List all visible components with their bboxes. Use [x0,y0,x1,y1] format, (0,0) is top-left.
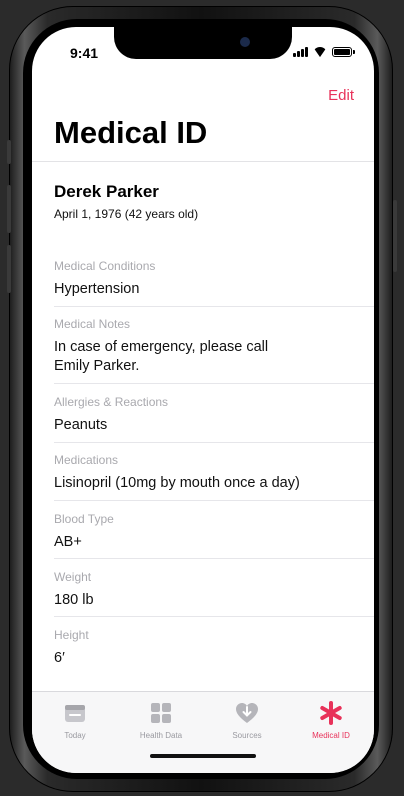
row-divider [54,500,374,501]
person-dob: April 1, 1976 (42 years old) [54,207,199,221]
page-title: Medical ID [54,115,208,150]
calendar-icon [32,700,118,726]
edit-button[interactable]: Edit [328,87,354,104]
field-value: Lisinopril (10mg by mouth once a day) [54,475,300,491]
tab-label: Medical ID [312,731,350,740]
battery-icon [332,47,355,57]
tab-sources[interactable]: Sources [204,700,290,740]
field-weight: Weight 180 lb [54,570,358,610]
field-allergies: Allergies & Reactions Peanuts [54,395,358,435]
field-label: Medical Notes [54,317,131,331]
field-medications: Medications Lisinopril (10mg by mouth on… [54,453,358,493]
row-divider [54,442,374,443]
field-label: Height [54,628,89,642]
signal-icon [293,47,308,57]
volume-down-button [7,245,11,293]
status-time: 9:41 [70,45,99,61]
field-value: Hypertension [54,281,140,297]
row-divider [54,558,374,559]
asterisk-icon [288,700,374,726]
row-divider [54,306,374,307]
status-icons [293,47,355,57]
field-label: Medications [54,453,119,467]
field-value: AB+ [54,534,82,550]
field-label: Allergies & Reactions [54,395,169,409]
heart-download-icon [204,700,290,726]
tab-label: Health Data [139,731,183,740]
row-divider [54,383,374,384]
tab-label: Today [64,731,86,740]
mute-switch [7,140,11,164]
field-medical-notes: Medical Notes In case of emergency, plea… [54,317,358,376]
field-medical-conditions: Medical Conditions Hypertension [54,259,358,299]
field-label: Medical Conditions [54,259,156,273]
field-blood-type: Blood Type AB+ [54,512,358,552]
volume-up-button [7,185,11,233]
tab-today[interactable]: Today [32,700,118,740]
field-value: Peanuts [54,417,108,433]
field-height: Height 6′ [54,628,358,668]
notch [114,27,292,59]
tab-bar: Today Health Data Sources Medical ID [32,691,374,773]
field-value: 180 lb [54,592,94,608]
row-divider [54,616,374,617]
field-value: 6′ [54,650,65,666]
tab-health-data[interactable]: Health Data [118,700,204,740]
wifi-icon [313,47,327,57]
field-label: Weight [54,570,92,584]
tab-medical-id[interactable]: Medical ID [288,700,374,740]
grid-icon [118,700,204,726]
power-button [393,200,397,272]
header-divider [32,161,374,162]
person-name: Derek Parker [54,182,159,201]
phone-screen: 9:41 Edit Medical ID Derek Parker April … [32,27,374,773]
camera [240,37,250,47]
home-indicator[interactable] [150,754,256,758]
field-value: In case of emergency, please call Emily … [54,339,269,374]
tab-label: Sources [232,731,262,740]
field-label: Blood Type [54,512,114,526]
